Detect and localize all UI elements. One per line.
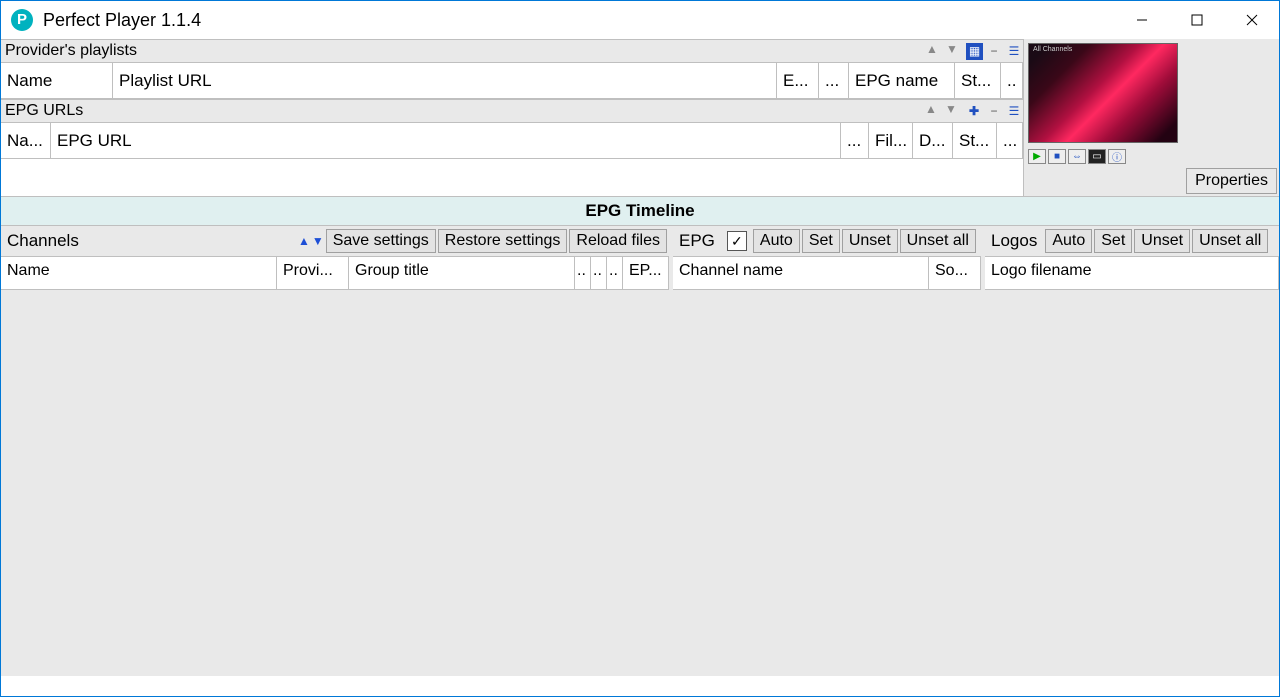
info-icon[interactable]: ⓘ: [1108, 149, 1126, 164]
reload-files-button[interactable]: Reload files: [569, 229, 667, 253]
window-title: Perfect Player 1.1.4: [43, 10, 201, 31]
logos-columns: Logo filename: [985, 256, 1279, 290]
stop-icon[interactable]: ■: [1048, 149, 1066, 164]
col-channels-d1[interactable]: ..: [575, 257, 591, 289]
maximize-button[interactable]: [1169, 1, 1224, 39]
col-channels-group[interactable]: Group title: [349, 257, 575, 289]
minimize-button[interactable]: [1114, 1, 1169, 39]
preview-controls: ▶ ■ ⇔ ▭ ⓘ: [1024, 147, 1279, 166]
col-epg-last[interactable]: ...: [997, 123, 1023, 158]
col-epg-url[interactable]: EPG URL: [51, 123, 841, 158]
channels-move-up-icon[interactable]: ▲: [298, 234, 310, 248]
col-playlist-url[interactable]: Playlist URL: [113, 63, 777, 98]
col-epg-name[interactable]: EPG name: [849, 63, 955, 98]
play-icon[interactable]: ▶: [1028, 149, 1046, 164]
col-channels-d2[interactable]: ..: [591, 257, 607, 289]
restore-settings-button[interactable]: Restore settings: [438, 229, 568, 253]
epgurls-add-icon[interactable]: ✚: [965, 102, 983, 120]
preview-video[interactable]: All Channels: [1028, 43, 1178, 143]
providers-menu-icon[interactable]: ☰: [1005, 42, 1023, 60]
providers-move-up-icon[interactable]: ▲: [926, 42, 944, 60]
epg-columns: Channel name So...: [673, 256, 981, 290]
channels-label: Channels: [3, 231, 85, 251]
epg-unset-button[interactable]: Unset: [842, 229, 898, 253]
col-epg-d[interactable]: D...: [913, 123, 953, 158]
epgurls-move-up-icon[interactable]: ▲: [925, 102, 943, 120]
col-epg-so[interactable]: So...: [929, 257, 981, 289]
save-settings-button[interactable]: Save settings: [326, 229, 436, 253]
logos-body: [985, 290, 1279, 676]
epg-timeline-header: EPG Timeline: [1, 196, 1279, 226]
epg-label: EPG: [675, 231, 721, 251]
providers-header: Provider's playlists ▲ ▼ ▦ − ☰: [1, 39, 1023, 63]
col-channels-ep[interactable]: EP...: [623, 257, 669, 289]
col-last[interactable]: ..: [1001, 63, 1023, 98]
preview-pane: All Channels ▶ ■ ⇔ ▭ ⓘ Properties: [1023, 39, 1279, 196]
providers-remove-icon[interactable]: −: [985, 42, 1003, 60]
col-st[interactable]: St...: [955, 63, 1001, 98]
logos-set-button[interactable]: Set: [1094, 229, 1132, 253]
expand-icon[interactable]: ⇔: [1068, 149, 1086, 164]
logos-unset-all-button[interactable]: Unset all: [1192, 229, 1268, 253]
col-channels-provi[interactable]: Provi...: [277, 257, 349, 289]
epg-body: [673, 290, 981, 676]
epg-panel: EPG ✓ Auto Set Unset Unset all Channel n…: [673, 226, 985, 676]
monitor-icon[interactable]: ▭: [1088, 149, 1106, 164]
providers-label: Provider's playlists: [5, 42, 924, 60]
channels-move-down-icon[interactable]: ▼: [312, 234, 324, 248]
logos-label: Logos: [987, 231, 1043, 251]
col-epg-channel-name[interactable]: Channel name: [673, 257, 929, 289]
col-channels-name[interactable]: Name: [1, 257, 277, 289]
preview-overlay-label: All Channels: [1033, 46, 1072, 53]
epg-urls-column-row: Na... EPG URL ... Fil... D... St... ...: [1, 123, 1023, 159]
channels-body: [1, 290, 669, 676]
col-epg-st[interactable]: St...: [953, 123, 997, 158]
providers-move-down-icon[interactable]: ▼: [946, 42, 964, 60]
providers-column-row: Name Playlist URL E... ... EPG name St..…: [1, 63, 1023, 99]
epgurls-menu-icon[interactable]: ☰: [1005, 102, 1023, 120]
logos-auto-button[interactable]: Auto: [1045, 229, 1092, 253]
providers-grid-icon[interactable]: ▦: [966, 43, 983, 60]
close-button[interactable]: [1224, 1, 1279, 39]
properties-button[interactable]: Properties: [1186, 168, 1277, 194]
col-logo-filename[interactable]: Logo filename: [985, 257, 1279, 289]
col-epg-name2[interactable]: Na...: [1, 123, 51, 158]
epgurls-move-down-icon[interactable]: ▼: [945, 102, 963, 120]
epg-urls-label: EPG URLs: [5, 102, 923, 120]
epg-set-button[interactable]: Set: [802, 229, 840, 253]
app-icon: P: [11, 9, 33, 31]
channels-columns: Name Provi... Group title .. .. .. EP...: [1, 256, 669, 290]
channels-panel: Channels ▲ ▼ Save settings Restore setti…: [1, 226, 673, 676]
titlebar: P Perfect Player 1.1.4: [1, 1, 1279, 39]
logos-panel: Logos Auto Set Unset Unset all Logo file…: [985, 226, 1279, 676]
logos-unset-button[interactable]: Unset: [1134, 229, 1190, 253]
col-name[interactable]: Name: [1, 63, 113, 98]
col-epg-fil[interactable]: Fil...: [869, 123, 913, 158]
epg-urls-header: EPG URLs ▲ ▼ ✚ − ☰: [1, 99, 1023, 123]
col-channels-d3[interactable]: ..: [607, 257, 623, 289]
col-epg-dots[interactable]: ...: [841, 123, 869, 158]
epg-checkbox[interactable]: ✓: [727, 231, 747, 251]
col-e[interactable]: E...: [777, 63, 819, 98]
epg-unset-all-button[interactable]: Unset all: [900, 229, 976, 253]
col-dots[interactable]: ...: [819, 63, 849, 98]
epgurls-remove-icon[interactable]: −: [985, 102, 1003, 120]
epg-auto-button[interactable]: Auto: [753, 229, 800, 253]
